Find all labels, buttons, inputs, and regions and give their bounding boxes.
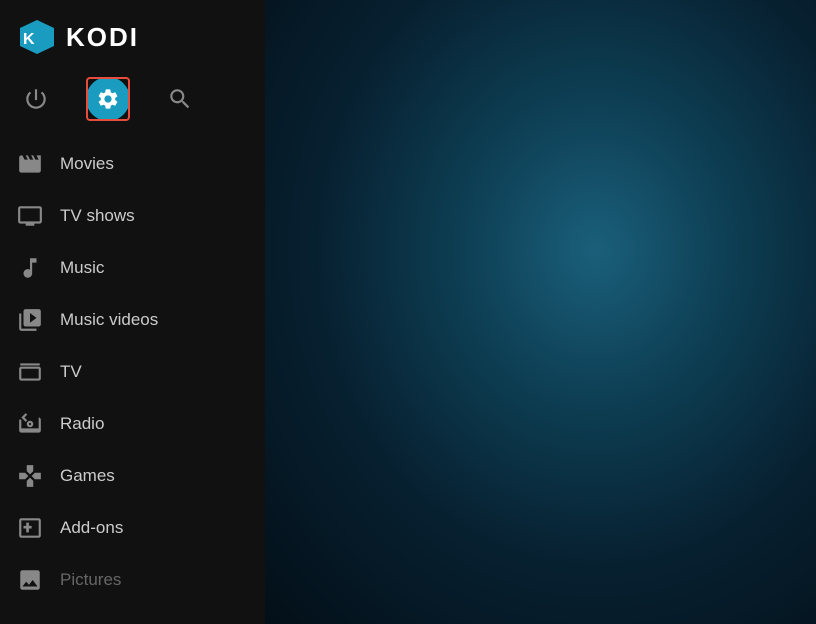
music-videos-icon: [16, 306, 44, 334]
sidebar: K KODI: [0, 0, 265, 624]
tv-icon: [16, 358, 44, 386]
pictures-label: Pictures: [60, 570, 121, 590]
power-icon: [23, 86, 49, 112]
tv-shows-label: TV shows: [60, 206, 135, 226]
search-button[interactable]: [144, 74, 216, 124]
add-ons-label: Add-ons: [60, 518, 123, 538]
top-icons-bar: [0, 70, 265, 138]
tv-shows-icon: [16, 202, 44, 230]
sidebar-item-games[interactable]: Games: [0, 450, 265, 502]
kodi-logo-icon: K: [18, 18, 56, 56]
games-icon: [16, 462, 44, 490]
logo-area: K KODI: [0, 0, 265, 70]
settings-highlight-border: [86, 77, 130, 121]
sidebar-item-music[interactable]: Music: [0, 242, 265, 294]
tv-label: TV: [60, 362, 82, 382]
sidebar-item-music-videos[interactable]: Music videos: [0, 294, 265, 346]
svg-text:K: K: [23, 31, 35, 48]
power-button[interactable]: [0, 74, 72, 124]
app-title: KODI: [66, 22, 139, 53]
music-icon: [16, 254, 44, 282]
music-label: Music: [60, 258, 104, 278]
sidebar-item-pictures[interactable]: Pictures: [0, 554, 265, 606]
sidebar-item-add-ons[interactable]: Add-ons: [0, 502, 265, 554]
pictures-icon: [16, 566, 44, 594]
sidebar-item-radio[interactable]: Radio: [0, 398, 265, 450]
radio-icon: [16, 410, 44, 438]
sidebar-item-movies[interactable]: Movies: [0, 138, 265, 190]
sidebar-item-tv-shows[interactable]: TV shows: [0, 190, 265, 242]
search-icon: [167, 86, 193, 112]
nav-list: Movies TV shows Music: [0, 138, 265, 624]
main-content-area: [265, 0, 816, 624]
add-ons-icon: [16, 514, 44, 542]
games-label: Games: [60, 466, 115, 486]
settings-button[interactable]: [72, 74, 144, 124]
music-videos-label: Music videos: [60, 310, 158, 330]
radio-label: Radio: [60, 414, 104, 434]
movies-icon: [16, 150, 44, 178]
sidebar-item-tv[interactable]: TV: [0, 346, 265, 398]
movies-label: Movies: [60, 154, 114, 174]
